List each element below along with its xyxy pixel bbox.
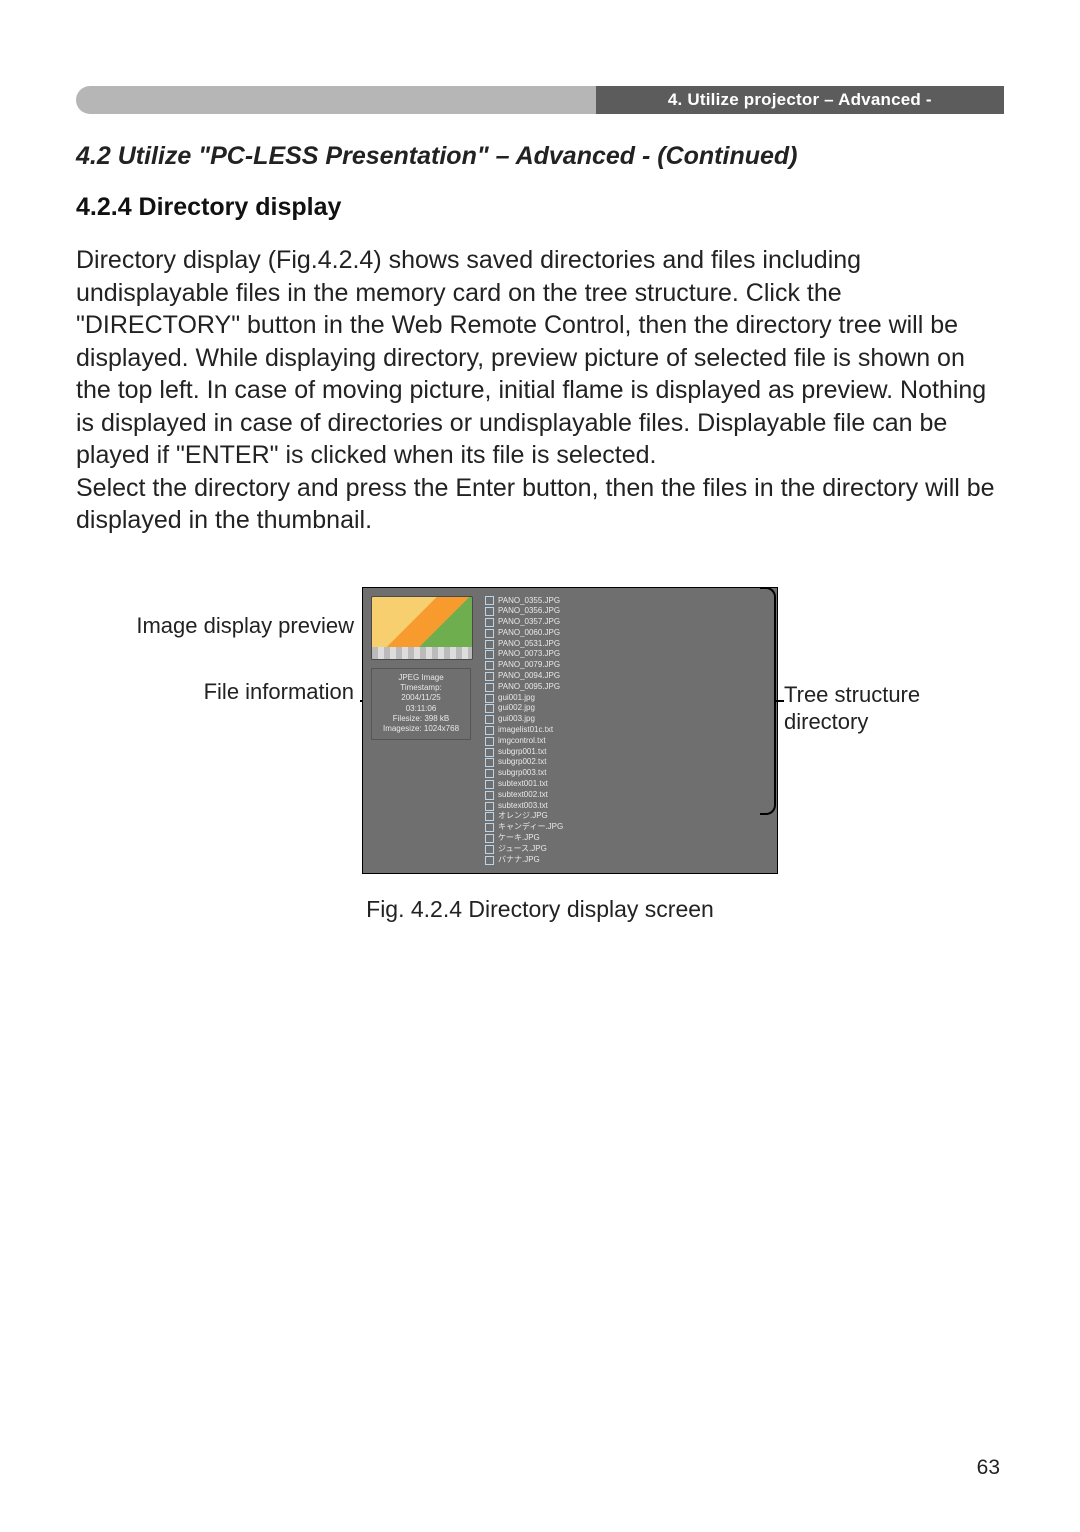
header-bar-right: 4. Utilize projector – Advanced - bbox=[596, 86, 1004, 114]
document-page: 4. Utilize projector – Advanced - 4.2 Ut… bbox=[0, 0, 1080, 1532]
tree-item-label: オレンジ.JPG bbox=[498, 811, 548, 822]
tree-item-label: ケーキ.JPG bbox=[498, 833, 540, 844]
tree-item-label: PANO_0079.JPG bbox=[498, 660, 560, 671]
file-icon bbox=[485, 596, 494, 605]
tree-item-label: gui002.jpg bbox=[498, 703, 535, 714]
tree-item: subtext002.txt bbox=[481, 790, 769, 801]
tree-item-label: PANO_0094.JPG bbox=[498, 671, 560, 682]
tree-item: バナナ.JPG bbox=[481, 855, 769, 866]
file-icon bbox=[485, 802, 494, 811]
file-icon bbox=[485, 812, 494, 821]
file-icon bbox=[485, 640, 494, 649]
file-icon bbox=[485, 661, 494, 670]
file-icon bbox=[485, 769, 494, 778]
tree-item-label: PANO_0531.JPG bbox=[498, 639, 560, 650]
file-icon bbox=[485, 683, 494, 692]
file-icon bbox=[485, 715, 494, 724]
directory-display-screenshot: JPEG Image Timestamp: 2004/11/25 03:11:0… bbox=[362, 587, 778, 875]
tree-item: subgrp001.txt bbox=[481, 747, 769, 758]
tree-item: ケーキ.JPG bbox=[481, 833, 769, 844]
tree-item: subtext003.txt bbox=[481, 801, 769, 812]
file-info-box: JPEG Image Timestamp: 2004/11/25 03:11:0… bbox=[371, 668, 471, 740]
figure-wrap: Image display preview File information J… bbox=[76, 587, 1004, 924]
tree-item-label: PANO_0095.JPG bbox=[498, 682, 560, 693]
screenshot-left-column: JPEG Image Timestamp: 2004/11/25 03:11:0… bbox=[371, 596, 471, 866]
file-icon bbox=[485, 650, 494, 659]
tree-item-label: キャンディー.JPG bbox=[498, 822, 563, 833]
tree-item: ジュース.JPG bbox=[481, 844, 769, 855]
section-heading: 4.2.4 Directory display bbox=[76, 193, 1004, 222]
file-icon bbox=[485, 748, 494, 757]
tree-item: PANO_0079.JPG bbox=[481, 660, 769, 671]
tree-item-label: PANO_0357.JPG bbox=[498, 617, 560, 628]
file-icon bbox=[485, 726, 494, 735]
tree-item-label: subtext003.txt bbox=[498, 801, 548, 812]
header-bar-left bbox=[76, 86, 596, 114]
label-image-preview: Image display preview bbox=[136, 613, 354, 639]
file-icon bbox=[485, 629, 494, 638]
tree-item-label: PANO_0060.JPG bbox=[498, 628, 560, 639]
figure-row: Image display preview File information J… bbox=[76, 587, 1004, 875]
tree-item: PANO_0073.JPG bbox=[481, 649, 769, 660]
tree-item: オレンジ.JPG bbox=[481, 811, 769, 822]
tree-item: gui002.jpg bbox=[481, 703, 769, 714]
label-file-information: File information bbox=[204, 679, 354, 705]
file-icon bbox=[485, 704, 494, 713]
tree-item: gui001.jpg bbox=[481, 693, 769, 704]
tree-item-label: subgrp002.txt bbox=[498, 757, 546, 768]
file-icon bbox=[485, 856, 494, 865]
file-icon bbox=[485, 845, 494, 854]
preview-thumbnail bbox=[371, 596, 473, 660]
page-number: 63 bbox=[977, 1456, 1000, 1480]
body-paragraph-1: Directory display (Fig.4.2.4) shows save… bbox=[76, 244, 1004, 537]
file-icon bbox=[485, 607, 494, 616]
figure-caption: Fig. 4.2.4 Directory display screen bbox=[76, 896, 1004, 923]
tree-item-label: PANO_0355.JPG bbox=[498, 596, 560, 607]
directory-tree: PANO_0355.JPGPANO_0356.JPGPANO_0357.JPGP… bbox=[481, 596, 769, 866]
tree-item: PANO_0094.JPG bbox=[481, 671, 769, 682]
tree-item: gui003.jpg bbox=[481, 714, 769, 725]
tree-item-label: subtext001.txt bbox=[498, 779, 548, 790]
tree-item: PANO_0356.JPG bbox=[481, 606, 769, 617]
tree-item-label: subtext002.txt bbox=[498, 790, 548, 801]
subsection-title: 4.2 Utilize "PC-LESS Presentation" – Adv… bbox=[76, 142, 1004, 171]
header-bar: 4. Utilize projector – Advanced - bbox=[76, 86, 1004, 114]
tree-item-label: ジュース.JPG bbox=[498, 844, 547, 855]
tree-item: subtext001.txt bbox=[481, 779, 769, 790]
tree-item-label: imagelist01c.txt bbox=[498, 725, 553, 736]
tree-item-label: imgcontrol.txt bbox=[498, 736, 546, 747]
tree-item-label: gui003.jpg bbox=[498, 714, 535, 725]
paragraph-1-text: Directory display (Fig.4.2.4) shows save… bbox=[76, 246, 986, 469]
tree-item-label: PANO_0073.JPG bbox=[498, 649, 560, 660]
file-icon bbox=[485, 823, 494, 832]
tree-item: imgcontrol.txt bbox=[481, 736, 769, 747]
tree-item: PANO_0095.JPG bbox=[481, 682, 769, 693]
tree-item: PANO_0060.JPG bbox=[481, 628, 769, 639]
file-icon bbox=[485, 672, 494, 681]
brace-right-icon bbox=[760, 587, 776, 815]
file-icon bbox=[485, 737, 494, 746]
paragraph-2-text: Select the directory and press the Enter… bbox=[76, 474, 995, 535]
tree-item-label: バナナ.JPG bbox=[498, 855, 540, 866]
file-icon bbox=[485, 758, 494, 767]
tree-item-label: PANO_0356.JPG bbox=[498, 606, 560, 617]
tree-item: imagelist01c.txt bbox=[481, 725, 769, 736]
tree-item: キャンディー.JPG bbox=[481, 822, 769, 833]
file-icon bbox=[485, 780, 494, 789]
file-icon bbox=[485, 694, 494, 703]
file-icon bbox=[485, 618, 494, 627]
file-icon bbox=[485, 834, 494, 843]
tree-item: subgrp003.txt bbox=[481, 768, 769, 779]
file-icon bbox=[485, 791, 494, 800]
tree-item: PANO_0355.JPG bbox=[481, 596, 769, 607]
tree-item-label: gui001.jpg bbox=[498, 693, 535, 704]
label-tree-structure: Tree structure directory bbox=[784, 681, 998, 736]
tree-item-label: subgrp001.txt bbox=[498, 747, 546, 758]
tree-item: PANO_0531.JPG bbox=[481, 639, 769, 650]
tree-item-label: subgrp003.txt bbox=[498, 768, 546, 779]
tree-item: PANO_0357.JPG bbox=[481, 617, 769, 628]
tree-item: subgrp002.txt bbox=[481, 757, 769, 768]
